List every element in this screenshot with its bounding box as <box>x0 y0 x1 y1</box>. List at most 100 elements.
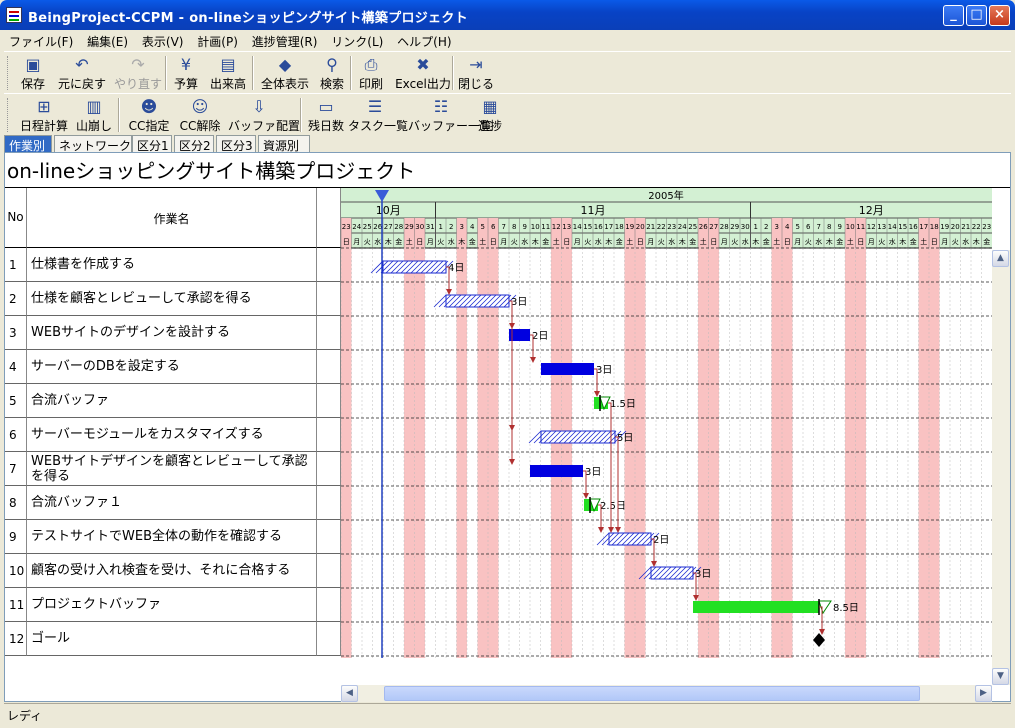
tab-5[interactable]: 資源別 <box>258 135 310 153</box>
minimize-button[interactable]: _ <box>943 5 964 26</box>
weekday-label: 水 <box>448 237 455 246</box>
day-label: 21 <box>961 223 970 231</box>
view-tabs: 作業別 ネットワーク図 区分1 区分2 区分3 資源別 <box>4 135 1011 153</box>
task-row-name[interactable]: 合流バッファ１ <box>27 486 317 520</box>
cc-set-button[interactable]: ☻ CC指定 <box>126 96 172 134</box>
task-row-name[interactable]: サーバーモジュールをカスタマイズする <box>27 418 317 452</box>
month-label: 11月 <box>581 204 606 217</box>
weekday-label: 水 <box>595 237 602 246</box>
holiday-column <box>855 218 866 658</box>
day-label: 13 <box>877 223 886 231</box>
task-list-button[interactable]: ☰ タスク一覧 <box>348 96 408 134</box>
task-row-name[interactable]: WEBサイトデザインを顧客とレビューして承認を得る <box>27 452 317 486</box>
day-label: 15 <box>583 223 592 231</box>
menu-file[interactable]: ファイル(F) <box>4 30 78 53</box>
menu-help[interactable]: ヘルプ(H) <box>392 30 456 53</box>
task-row-name[interactable]: 顧客の受け入れ検査を受け、それに合格する <box>27 554 317 588</box>
menu-edit[interactable]: 編集(E) <box>82 30 133 53</box>
day-label: 19 <box>940 223 949 231</box>
scroll-right-button[interactable]: ▶ <box>975 685 992 702</box>
earned-value-button[interactable]: ▤ 出来高 <box>204 54 252 92</box>
weekday-label: 火 <box>952 238 959 246</box>
weekday-label: 日 <box>931 238 938 246</box>
vertical-scrollbar[interactable]: ▲ ▼ <box>992 250 1010 685</box>
close-door-button[interactable]: ⇥ 閉じる <box>456 54 496 92</box>
weekday-label: 月 <box>500 238 507 246</box>
task-row-name[interactable]: テストサイトでWEB全体の動作を確認する <box>27 520 317 554</box>
excel-export-button[interactable]: ✖ Excel出力 <box>393 54 453 92</box>
fit-all-button[interactable]: ◆ 全体表示 <box>257 54 313 92</box>
buffer-place-button[interactable]: ⇩ バッファ配置 <box>228 96 300 134</box>
tab-2[interactable]: 区分1 <box>132 135 172 153</box>
task-row-name[interactable]: 仕様書を作成する <box>27 248 317 282</box>
tab-0[interactable]: 作業別 <box>4 135 52 153</box>
task-row-name[interactable]: 仕様を顧客とレビューして承認を得る <box>27 282 317 316</box>
day-label: 7 <box>502 223 506 231</box>
toolbar-separator <box>350 56 352 90</box>
column-header-no[interactable]: No <box>5 188 27 248</box>
gantt-chart[interactable]: 2005年 10月 11月 12月 23 日 24 月 25 火 26 水 27 木 28 金 29 土 30 日 31… <box>341 188 992 658</box>
duration-label: 3日 <box>511 297 527 308</box>
task-row-no: 2 <box>5 282 27 316</box>
toolbar-grip[interactable] <box>7 56 10 90</box>
redo-button[interactable]: ↷ やり直す <box>112 54 164 92</box>
horizontal-scrollbar[interactable]: ◀ ▶ <box>341 685 992 702</box>
menu-link[interactable]: リンク(L) <box>326 30 388 53</box>
toolbar-label: CC解除 <box>179 119 221 133</box>
duration-label: 8.5日 <box>833 603 859 614</box>
task-row-no: 6 <box>5 418 27 452</box>
menu-plan[interactable]: 計画(P) <box>192 30 243 53</box>
earned-value-icon: ▤ <box>220 55 236 74</box>
maximize-button[interactable]: □ <box>966 5 987 26</box>
day-label: 6 <box>806 223 811 231</box>
day-label: 3 <box>775 223 779 231</box>
task-row-no: 3 <box>5 316 27 350</box>
close-button[interactable]: × <box>989 5 1010 26</box>
app-icon[interactable] <box>6 7 22 23</box>
task-row-spacer <box>317 418 341 452</box>
task-row-name[interactable]: プロジェクトバッファ <box>27 588 317 622</box>
remaining-days-button[interactable]: ▭ 残日数 <box>306 96 346 134</box>
month-label: 10月 <box>376 204 401 217</box>
leveling-button[interactable]: ▥ 山崩し <box>76 96 112 134</box>
toolbar-label: 進捗 <box>477 119 502 133</box>
menu-progress[interactable]: 進捗管理(R) <box>247 30 323 53</box>
menu-view[interactable]: 表示(V) <box>137 30 189 53</box>
toolbar-label: 日程計算 <box>19 119 68 133</box>
tab-4[interactable]: 区分3 <box>216 135 256 153</box>
weekday-label: 木 <box>899 237 906 246</box>
scroll-up-button[interactable]: ▲ <box>992 250 1009 267</box>
column-header-name[interactable]: 作業名 <box>27 188 317 248</box>
duration-label: 3日 <box>695 569 711 580</box>
save-button[interactable]: ▣ 保存 <box>16 54 50 92</box>
schedule-calc-button[interactable]: ⊞ 日程計算 <box>16 96 72 134</box>
cc-clear-button[interactable]: ☺ CC解除 <box>176 96 224 134</box>
toolbar-label: やり直す <box>113 77 162 91</box>
task-row-name[interactable]: ゴール <box>27 622 317 656</box>
tab-3[interactable]: 区分2 <box>174 135 214 153</box>
tab-1[interactable]: ネットワーク図 <box>54 135 143 153</box>
binoculars-button[interactable]: ⚲ 検索 <box>316 54 348 92</box>
dependency-arrow <box>446 289 452 295</box>
buffer-list-button[interactable]: ☷ バッファー一覧 <box>408 96 492 134</box>
duration-label: 1.5日 <box>610 399 636 410</box>
toolbar-separator <box>300 98 302 132</box>
undo-button[interactable]: ↶ 元に戻す <box>54 54 110 92</box>
budget-button[interactable]: ¥ 予算 <box>169 54 203 92</box>
day-label: 14 <box>573 223 582 231</box>
task-row-name[interactable]: サーバーのDBを設定する <box>27 350 317 384</box>
scroll-down-button[interactable]: ▼ <box>992 668 1009 685</box>
scroll-left-button[interactable]: ◀ <box>341 685 358 702</box>
weekday-label: 水 <box>962 237 969 246</box>
task-row-name[interactable]: WEBサイトのデザインを設計する <box>27 316 317 350</box>
day-label: 12 <box>867 223 876 231</box>
task-bar-frame <box>650 566 694 580</box>
task-row-name[interactable]: 合流バッファ <box>27 384 317 418</box>
scroll-thumb[interactable] <box>384 686 920 701</box>
project-title: on-lineショッピングサイト構築プロジェクト <box>7 159 416 183</box>
progress-button[interactable]: ▦ 進捗 <box>476 96 504 134</box>
weekday-label: 日 <box>563 238 570 246</box>
toolbar-grip[interactable] <box>7 98 10 132</box>
print-button[interactable]: ⎙ 印刷 <box>354 54 388 92</box>
day-label: 1 <box>754 223 758 231</box>
